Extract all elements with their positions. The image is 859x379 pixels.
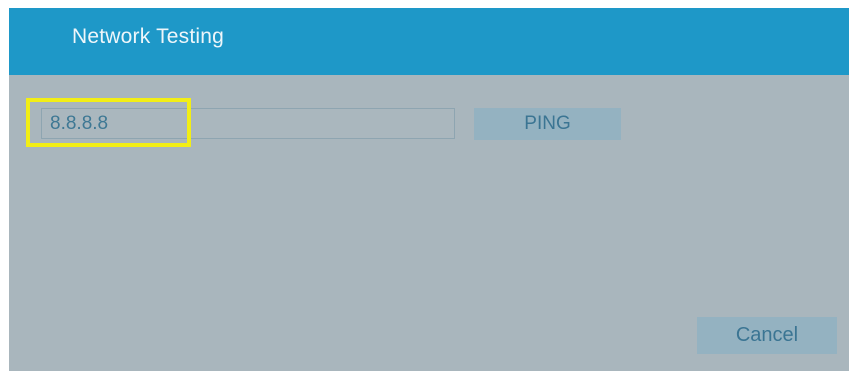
ping-button[interactable]: PING	[474, 108, 621, 140]
dialog-title: Network Testing	[72, 25, 225, 48]
title-bar: Network Testing	[9, 8, 849, 75]
ip-address-input[interactable]	[41, 108, 455, 139]
network-testing-dialog: Network Testing PING Cancel	[9, 8, 849, 371]
cancel-button[interactable]: Cancel	[697, 317, 837, 354]
